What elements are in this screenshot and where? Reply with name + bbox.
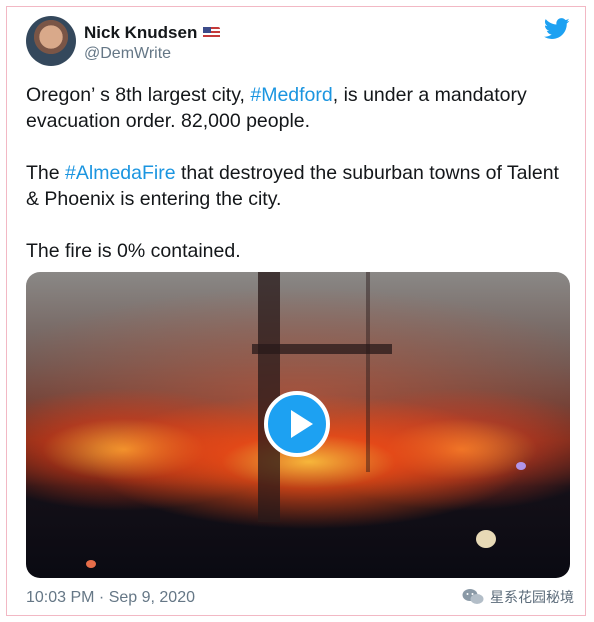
author-name[interactable]: Nick Knudsen <box>84 23 221 43</box>
tweet-paragraph-2: The #AlmedaFire that destroyed the subur… <box>26 162 559 210</box>
tweet-text: Oregon’ s 8th largest city, #Medford, is… <box>26 82 576 290</box>
street-light <box>86 560 96 568</box>
watermark: 星系花园秘境 <box>462 587 574 607</box>
twitter-bird-icon[interactable] <box>544 18 570 40</box>
author-name-text: Nick Knudsen <box>84 23 198 42</box>
tweet-paragraph-1: Oregon’ s 8th largest city, #Medford, is… <box>26 84 527 132</box>
tweet-paragraph-3: The fire is 0% contained. <box>26 240 241 262</box>
hashtag-medford[interactable]: #Medford <box>250 84 332 106</box>
us-flag-icon <box>203 27 221 39</box>
play-icon[interactable] <box>264 391 330 457</box>
street-light <box>476 530 496 548</box>
street-light <box>516 462 526 470</box>
utility-pole-crossbar <box>252 344 392 354</box>
utility-wire <box>366 272 370 472</box>
author-handle[interactable]: @DemWrite <box>84 45 171 63</box>
wechat-icon <box>462 589 484 604</box>
video-thumbnail[interactable] <box>26 272 570 578</box>
watermark-text: 星系花园秘境 <box>490 589 574 605</box>
avatar[interactable] <box>26 16 76 66</box>
hashtag-almedafire[interactable]: #AlmedaFire <box>65 162 176 184</box>
tweet-timestamp[interactable]: 10:03 PM · Sep 9, 2020 <box>26 589 195 607</box>
